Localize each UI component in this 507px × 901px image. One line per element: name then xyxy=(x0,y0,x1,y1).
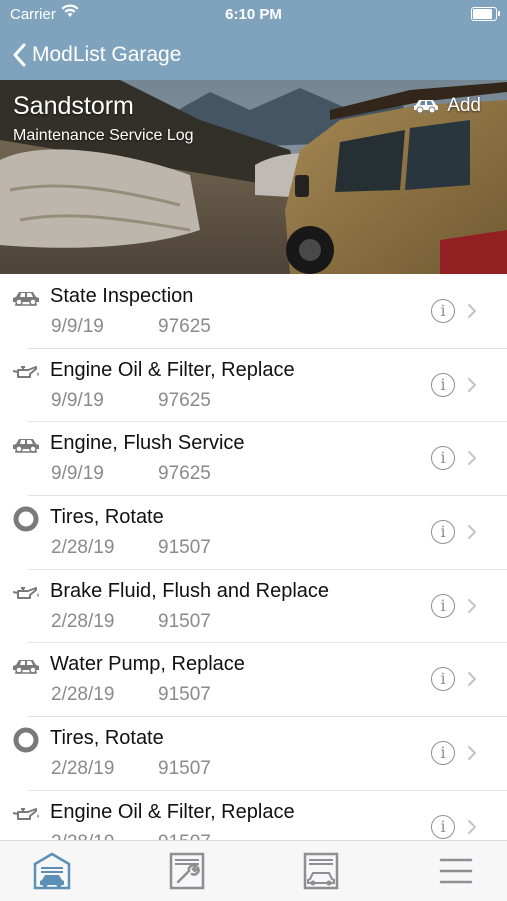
tab-vehicle-details[interactable] xyxy=(301,851,341,891)
service-date: 9/9/19 xyxy=(51,389,104,411)
service-date: 9/9/19 xyxy=(51,316,104,337)
service-name: Brake Fluid, Flush and Replace xyxy=(50,579,330,602)
service-row[interactable]: Tires, Rotate 2/28/19 91507 i xyxy=(0,496,507,570)
service-name: Tires, Rotate xyxy=(50,727,164,750)
menu-icon xyxy=(439,858,473,884)
service-date: 2/28/19 xyxy=(51,832,114,840)
tab-service-log[interactable] xyxy=(167,851,207,891)
tab-garage[interactable] xyxy=(32,851,72,891)
info-icon[interactable]: i xyxy=(431,741,455,766)
tab-bar xyxy=(0,840,507,901)
service-mileage: 91507 xyxy=(158,537,211,559)
service-mileage: 91507 xyxy=(158,832,211,840)
service-date: 9/9/19 xyxy=(51,463,104,485)
vehicle-name: Sandstorm xyxy=(13,92,134,120)
navigation-bar: ModList Garage xyxy=(0,30,507,80)
vehicle-header: Sandstorm Maintenance Service Log Add xyxy=(0,80,507,274)
service-mileage: 97625 xyxy=(158,389,211,411)
service-mileage: 97625 xyxy=(158,463,211,485)
add-service-button[interactable]: Add xyxy=(413,95,481,117)
tire-icon xyxy=(12,727,40,753)
info-icon[interactable]: i xyxy=(431,814,455,839)
service-name: State Inspection xyxy=(50,285,194,307)
tab-menu[interactable] xyxy=(436,851,476,891)
service-log-icon xyxy=(169,852,205,890)
car-lift-icon xyxy=(12,654,40,678)
chevron-right-icon xyxy=(467,450,477,471)
service-name: Engine Oil & Filter, Replace xyxy=(50,358,295,381)
info-icon[interactable]: i xyxy=(431,520,455,545)
vehicle-details-icon xyxy=(303,852,339,890)
service-name: Water Pump, Replace xyxy=(50,653,245,676)
chevron-left-icon xyxy=(13,43,26,67)
tire-icon xyxy=(12,506,40,532)
chevron-right-icon xyxy=(467,671,477,692)
back-button-label: ModList Garage xyxy=(32,43,182,66)
service-name: Tires, Rotate xyxy=(50,506,164,529)
service-list: State Inspection 9/9/19 97625 i Engine Oil &… xyxy=(0,275,507,840)
status-bar: Carrier 6:10 PM xyxy=(0,0,507,30)
service-mileage: 91507 xyxy=(158,684,211,706)
service-row[interactable]: Engine Oil & Filter, Replace 2/28/19 91507… xyxy=(0,791,507,840)
service-row[interactable]: Engine Oil & Filter, Replace 9/9/19 97625 i xyxy=(0,349,507,423)
service-row[interactable]: Tires, Rotate 2/28/19 91507 i xyxy=(0,717,507,791)
service-date: 2/28/19 xyxy=(51,610,115,632)
info-icon[interactable]: i xyxy=(431,299,455,323)
service-date: 2/28/19 xyxy=(51,684,115,706)
car-lift-icon xyxy=(12,286,40,310)
service-row[interactable]: Water Pump, Replace 2/28/19 91507 i xyxy=(0,643,507,718)
log-subtitle: Maintenance Service Log xyxy=(13,127,194,144)
back-button[interactable]: ModList Garage xyxy=(12,38,181,72)
oil-can-icon xyxy=(12,802,40,826)
service-row[interactable]: Brake Fluid, Flush and Replace 2/28/19 915… xyxy=(0,570,507,644)
chevron-right-icon xyxy=(467,303,477,324)
service-row[interactable]: State Inspection 9/9/19 97625 i xyxy=(0,275,507,349)
clock: 6:10 PM xyxy=(225,6,282,23)
car-lift-icon xyxy=(414,100,439,114)
chevron-right-icon xyxy=(467,377,477,398)
service-date: 2/28/19 xyxy=(51,758,115,780)
chevron-right-icon xyxy=(467,745,477,766)
oil-can-icon xyxy=(12,581,40,605)
info-icon[interactable]: i xyxy=(431,593,455,618)
service-name: Engine Oil & Filter, Replace xyxy=(50,800,295,823)
service-name: Engine, Flush Service xyxy=(50,432,245,455)
oil-can-icon xyxy=(12,360,40,384)
chevron-right-icon xyxy=(467,819,477,840)
service-mileage: 91507 xyxy=(158,758,211,780)
chevron-right-icon xyxy=(467,524,477,545)
add-button-label: Add xyxy=(447,95,481,116)
info-icon[interactable]: i xyxy=(431,667,455,692)
car-lift-icon xyxy=(12,433,40,457)
service-mileage: 91507 xyxy=(158,610,211,632)
service-mileage: 97625 xyxy=(158,316,211,337)
info-icon[interactable]: i xyxy=(431,372,455,397)
garage-icon xyxy=(33,852,71,890)
service-row[interactable]: Engine, Flush Service 9/9/19 97625 i xyxy=(0,422,507,497)
chevron-right-icon xyxy=(467,598,477,619)
info-icon[interactable]: i xyxy=(431,446,455,471)
service-date: 2/28/19 xyxy=(51,537,115,559)
battery-icon xyxy=(471,7,500,21)
